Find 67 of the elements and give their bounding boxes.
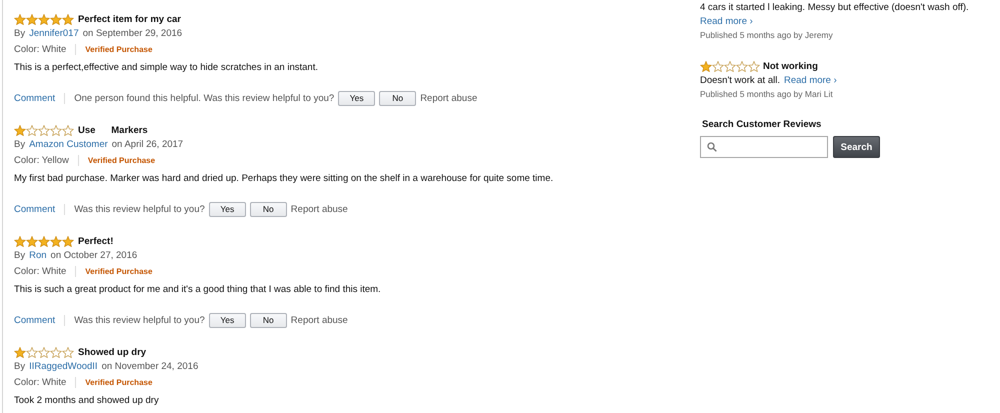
review-title: Showed up dry — [78, 346, 146, 358]
review-text: Took 2 months and showed up dry — [14, 394, 160, 407]
no-button[interactable]: No — [250, 202, 287, 216]
author-link[interactable]: IIRaggedWoodII — [29, 360, 98, 372]
color-variant: Color: White — [14, 376, 66, 388]
helpful-question: One person found this helpful. Was this review helpful to you? — [74, 92, 334, 104]
verified-purchase-label: Verified Purchase — [88, 156, 156, 164]
filled-star-icon — [62, 236, 74, 246]
verified-purchase-label: Verified Purchase — [85, 266, 152, 276]
yes-button[interactable]: Yes — [208, 312, 246, 328]
read-more-link[interactable]: Read more › — [784, 74, 837, 86]
review-title: Perfect item for my car — [78, 14, 181, 24]
yes-button[interactable]: Yes — [208, 202, 246, 216]
filled-star-icon — [62, 14, 74, 24]
author-link[interactable]: Ron — [29, 250, 47, 260]
filled-star-icon — [38, 14, 50, 24]
helpful-question: Was this review helpful to you? — [74, 314, 205, 326]
review-date: on October 27, 2016 — [50, 250, 138, 260]
report-abuse-link[interactable]: Report abuse — [290, 314, 348, 326]
filled-star-icon — [14, 236, 26, 246]
review-text: This is a perfect,effective and simple way to hide scratches in an instant. — [14, 60, 319, 74]
author-link[interactable]: Jennifer017 — [29, 28, 79, 38]
published-info: Published 5 months ago by Jeremy — [700, 29, 834, 42]
filled-star-icon — [26, 14, 38, 24]
verified-purchase-label: Verified Purchase — [85, 44, 152, 54]
filled-star-icon — [26, 236, 38, 246]
author-link[interactable]: Amazon Customer — [29, 138, 108, 150]
review-date: on September 29, 2016 — [82, 28, 182, 38]
read-more-link[interactable]: Read more › — [700, 16, 753, 26]
search-heading: Search Customer Reviews — [702, 118, 822, 132]
byline-label: By — [14, 250, 26, 260]
filled-star-icon — [50, 236, 62, 246]
search-field[interactable] — [700, 136, 828, 158]
no-button[interactable]: No — [250, 312, 287, 328]
filled-star-icon — [700, 60, 712, 72]
review-title: Perfect! — [78, 236, 114, 246]
review-date: on April 26, 2017 — [112, 138, 184, 150]
report-abuse-link[interactable]: Report abuse — [420, 92, 478, 104]
byline-label: By — [14, 28, 26, 38]
filled-star-icon — [14, 346, 26, 358]
byline-label: By — [14, 138, 26, 150]
filled-star-icon — [50, 14, 62, 24]
report-abuse-link[interactable]: Report abuse — [290, 204, 348, 214]
filled-star-icon — [14, 124, 26, 136]
snippet-title: Not working — [763, 60, 818, 72]
snippet-text: Doesn't work at all. — [700, 74, 780, 86]
byline-label: By — [14, 360, 26, 372]
review-date: on November 24, 2016 — [102, 360, 198, 372]
comment-link[interactable]: Comment — [14, 92, 56, 104]
filled-star-icon — [38, 236, 50, 246]
snippet-text: 4 cars it started l leaking. Messy but effective (doesn't wash off). — [700, 2, 969, 12]
review-text: My first bad purchase. Marker was hard and dried up. Perhaps they were sitting on the shelf in a warehouse for quite some time. — [14, 172, 554, 185]
search-icon — [707, 142, 717, 152]
color-variant: Color: Yellow — [14, 154, 69, 166]
review-title: Use Markers — [78, 124, 148, 136]
comment-link[interactable]: Comment — [14, 204, 56, 214]
color-variant: Color: White — [14, 266, 66, 276]
search-button[interactable]: Search — [833, 136, 880, 158]
review-text: This is such a great product for me and it's a good thing that I was able to find this item. — [14, 282, 382, 296]
no-button[interactable]: No — [379, 90, 416, 106]
filled-star-icon — [14, 14, 26, 24]
helpful-question: Was this review helpful to you? — [74, 204, 205, 214]
published-info: Published 5 months ago by Mari Lit — [700, 88, 834, 101]
comment-link[interactable]: Comment — [14, 314, 56, 326]
yes-button[interactable]: Yes — [338, 90, 376, 106]
verified-purchase-label: Verified Purchase — [85, 378, 152, 386]
color-variant: Color: White — [14, 44, 66, 54]
